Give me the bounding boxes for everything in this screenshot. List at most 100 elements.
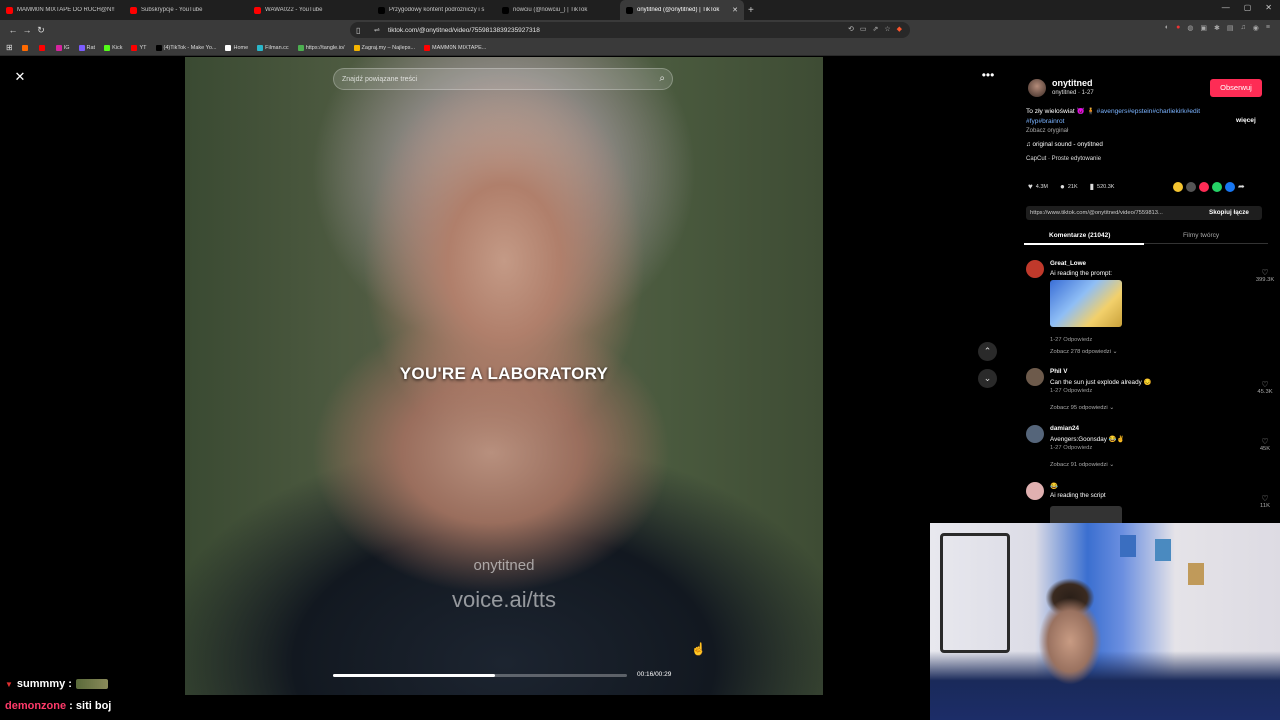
creator-avatar[interactable] [1028,79,1046,97]
bookmark-item[interactable]: Home [225,44,249,51]
media-icon[interactable]: ♫ [1241,24,1246,32]
extension-icon[interactable]: ◍ [1187,24,1193,32]
url-bar[interactable]: ▯ ⇌ tiktok.com/@onytitned/video/75598138… [350,22,910,38]
webcam-poster [1188,563,1204,585]
heart-outline-icon: ♡ [1261,380,1269,389]
browser-tab[interactable]: Subskrypcje - YouTube [124,0,248,20]
browser-tab[interactable]: MAMM0N MIXTAPE DO RUCH@N!! [0,0,124,20]
bookmark-item[interactable]: Filman.cc [257,44,289,51]
share-coin-icon[interactable] [1173,182,1183,192]
close-window-icon[interactable]: ✕ [1265,3,1272,12]
view-replies-link[interactable]: Zobacz 91 odpowiedzi ⌄ [1050,462,1114,468]
tab-comments[interactable]: Komentarze (21042) [1049,232,1110,239]
comment-like[interactable]: ♡ 399.3K [1255,268,1275,283]
close-video-icon[interactable]: ✕ [11,68,29,86]
screenshot-icon[interactable]: ▭ [860,25,867,33]
comment-like[interactable]: ♡ 11K [1255,494,1275,509]
see-original-link[interactable]: Zobacz oryginał [1026,128,1068,134]
comment-avatar[interactable] [1026,260,1044,278]
previous-video-icon[interactable]: ⌃ [978,342,997,361]
search-icon[interactable]: ⌕ [659,73,665,84]
comment-avatar[interactable] [1026,425,1044,443]
bookmark-item[interactable]: Zagraj.my – Najleps... [353,44,416,51]
browser-tab[interactable]: nowciu (@nowciu_) | TikTok [496,0,620,20]
comment-like[interactable]: ♡ 45.3K [1255,380,1275,395]
comment-username[interactable]: 😂 [1050,482,1058,490]
bookmark-item[interactable]: YT [131,44,147,51]
comment-meta[interactable]: 1-27 Odpowiedz [1050,337,1092,343]
menu-icon[interactable]: ≡ [1266,24,1270,32]
save-stat[interactable]: ▮ 520.3K [1090,182,1115,191]
bookmark-item[interactable]: MAMM0N MIXTAPE... [424,44,486,51]
comment-meta[interactable]: 1-27 Odpowiedz [1050,388,1092,394]
profile-icon[interactable]: ◉ [1253,24,1259,32]
share-arrow-icon[interactable]: ➦ [1238,182,1248,192]
creator-username[interactable]: onytitned [1052,78,1093,88]
apps-icon[interactable]: ⊞ [6,43,13,52]
maximize-icon[interactable]: ▢ [1244,3,1252,12]
bookmark-label: Zagraj.my – Najleps... [361,44,416,51]
follow-button[interactable]: Obserwuj [1210,79,1262,97]
view-replies-link[interactable]: Zobacz 278 odpowiedzi ⌄ [1050,349,1117,355]
comment-username[interactable]: damian24 [1050,425,1079,432]
browser-tab[interactable]: Przygodowy kontent podróżniczy i s [372,0,496,20]
bookmark-item[interactable] [38,44,47,51]
record-icon[interactable]: ● [1176,24,1180,32]
bookmark-item[interactable]: Rat [78,44,95,51]
more-link[interactable]: więcej [1236,117,1256,124]
share-buttons: ➦ [1173,182,1248,192]
comment-username[interactable]: Phil V [1050,368,1068,375]
like-stat[interactable]: ♥ 4.3M [1028,182,1048,191]
bookmark-icon[interactable]: ▯ [356,26,360,35]
bookmark-label: Home [233,44,249,51]
comment-stat[interactable]: ● 21K [1060,182,1078,191]
back-icon[interactable]: ← [6,25,20,35]
site-info-icon[interactable]: ⇌ [374,26,380,34]
translate-icon[interactable]: ⟲ [848,25,854,33]
close-tab-icon[interactable]: ✕ [732,6,738,14]
share-red-icon[interactable] [1199,182,1209,192]
comment-avatar[interactable] [1026,482,1044,500]
video-progress-bar[interactable] [333,674,627,677]
browser-tab[interactable]: onytitned (@onytitned) | TikTok ✕ [620,0,744,20]
wallet-icon[interactable]: ▤ [1227,24,1234,32]
browser-tab[interactable]: WAWA022 - YouTube [248,0,372,20]
next-video-icon[interactable]: ⌄ [978,369,997,388]
bookmark-item[interactable]: IG [55,44,70,51]
more-options-icon[interactable]: ••• [978,69,998,84]
brave-shield-icon[interactable]: ◆ [897,25,902,33]
puzzle-icon[interactable]: ✱ [1214,24,1220,32]
video-details-panel: onytitned onytitned · 1-27 Obserwuj To z… [1018,70,1275,526]
embed-icon[interactable] [1186,182,1196,192]
omnibox-actions: ⟲ ▭ ⇗ ☆ ◆ [848,25,902,33]
star-icon[interactable]: ☆ [884,25,890,33]
copy-link-button[interactable]: Skopiuj łącze [1209,206,1249,220]
new-tab-button[interactable]: + [748,5,754,16]
comment-gif[interactable] [1050,280,1122,327]
tab-title: WAWA022 - YouTube [265,7,323,13]
forward-icon[interactable]: → [20,25,34,35]
facebook-icon[interactable] [1225,182,1235,192]
comment-like[interactable]: ♡ 45K [1255,437,1275,452]
bookmark-item[interactable]: (4)TikTok - Make Yo... [155,44,216,51]
comment-username[interactable]: Great_Lowe [1050,260,1086,267]
capcut-link[interactable]: CapCut · Proste edytowanie [1026,156,1101,162]
heart-outline-icon: ♡ [1261,437,1269,446]
bookmark-item[interactable]: Kick [104,44,122,51]
comment-text: Ai reading the script [1050,492,1106,499]
comment-avatar[interactable] [1026,368,1044,386]
extension-icon[interactable]: ▣ [1200,24,1207,32]
extension-icon[interactable]: ◐ [1165,24,1169,32]
bookmark-item[interactable] [21,44,30,51]
share-icon[interactable]: ⇗ [872,25,878,33]
minimize-icon[interactable]: — [1222,3,1230,12]
tab-favicon-icon [130,6,137,14]
sound-link[interactable]: ♫ original sound - onytitned [1026,141,1103,148]
related-search-input[interactable]: Znajdź powiązane treści ⌕ [333,68,673,90]
bookmark-item[interactable]: https://tangle.io/ [297,44,345,51]
comment-meta[interactable]: 1-27 Odpowiedz [1050,445,1092,451]
tab-creator-videos[interactable]: Filmy twórcy [1183,232,1219,239]
reload-icon[interactable]: ↻ [34,25,48,36]
whatsapp-icon[interactable] [1212,182,1222,192]
view-replies-link[interactable]: Zobacz 95 odpowiedzi ⌄ [1050,405,1114,411]
